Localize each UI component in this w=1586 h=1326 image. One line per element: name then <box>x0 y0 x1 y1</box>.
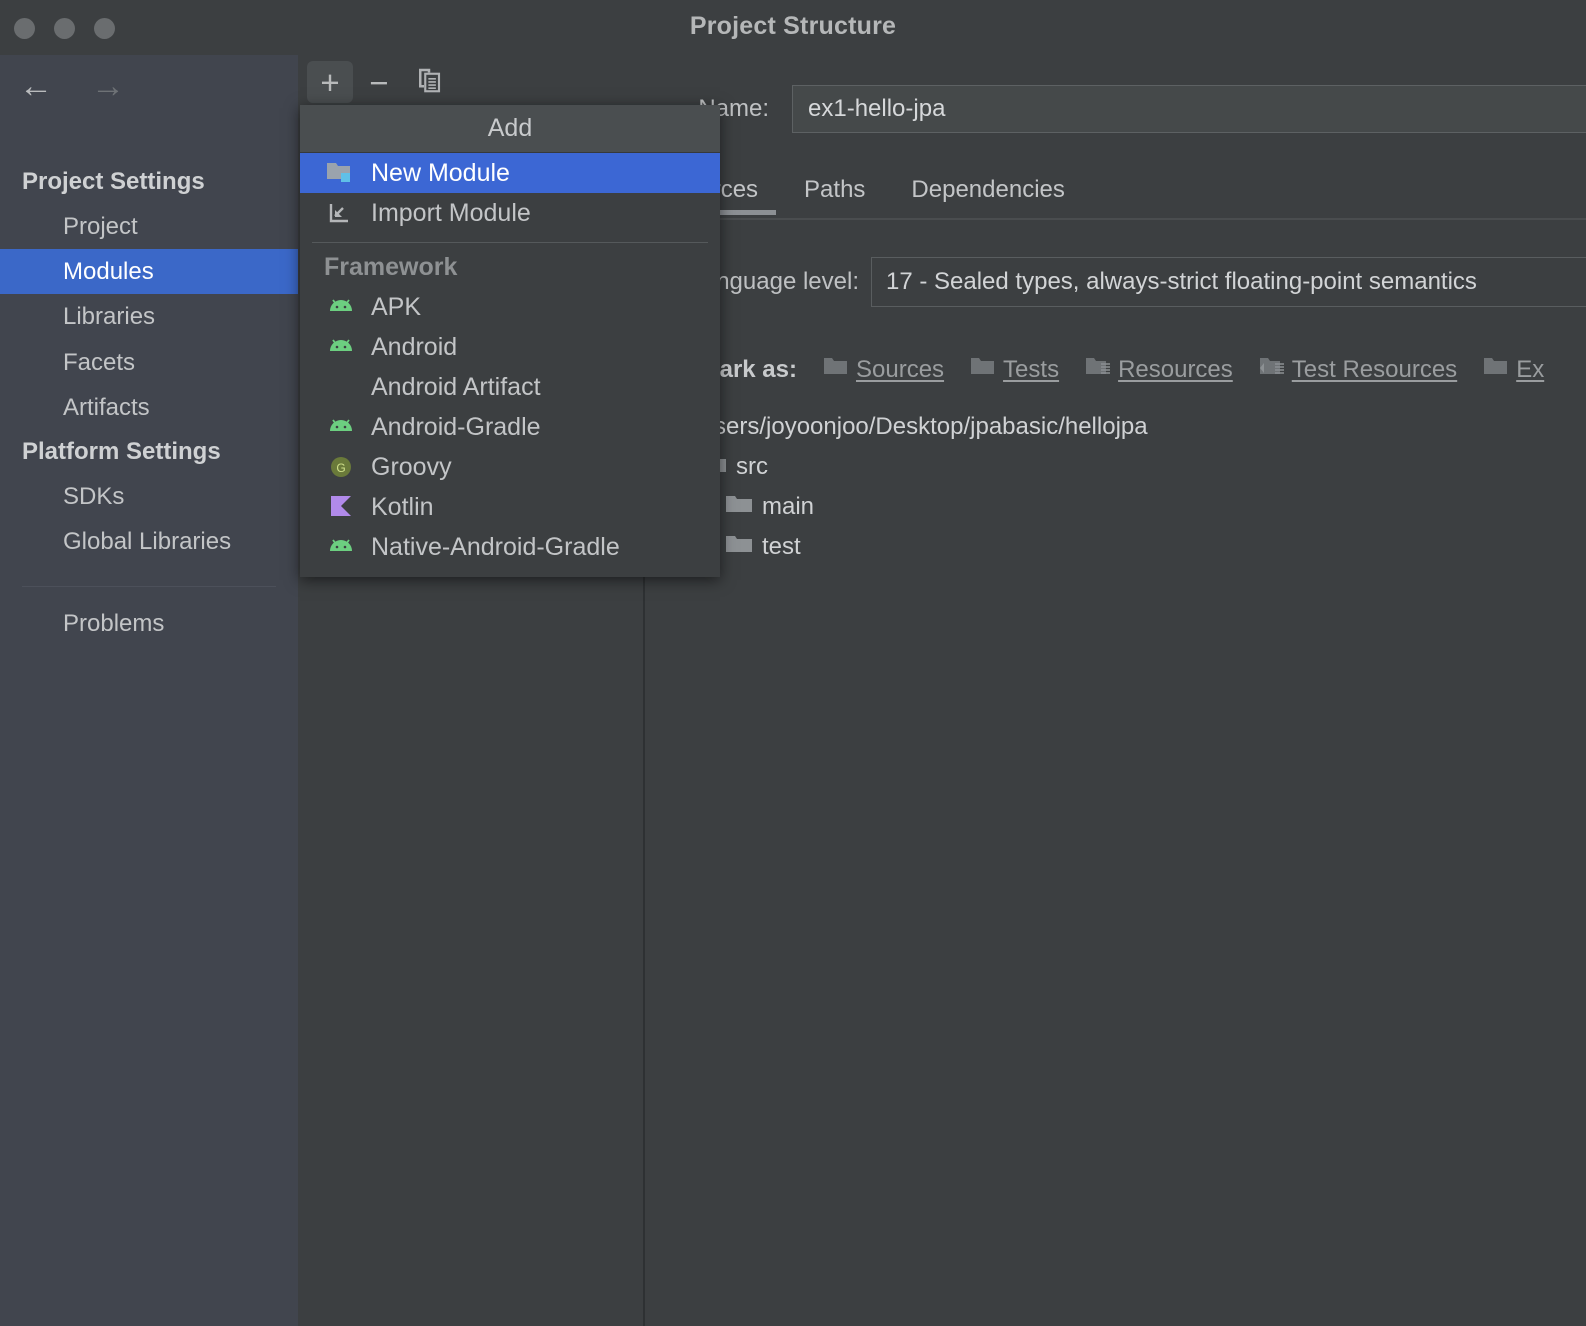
mark-as-tests-label: Tests <box>1003 355 1060 383</box>
module-detail-pane: Name: ex1-hello-jpa Sources Paths Depend… <box>647 55 1586 1326</box>
minus-icon: − <box>369 63 389 101</box>
sidebar-item-artifacts[interactable]: Artifacts <box>0 385 298 430</box>
plus-icon: + <box>320 63 340 101</box>
detail-tabs: Sources Paths Dependencies <box>647 165 1586 221</box>
sidebar-group-project-settings: Project Settings <box>22 168 205 195</box>
svg-text:G: G <box>336 461 345 475</box>
content-roots-tree: /Users/joyoonjoo/Desktop/jpabasic/helloj… <box>647 407 1586 567</box>
mark-as-test-resources-label: Test Resources <box>1291 355 1458 383</box>
sidebar-item-libraries[interactable]: Libraries <box>0 294 298 339</box>
mark-as-resources-label: Resources <box>1118 355 1233 383</box>
android-icon <box>324 293 358 321</box>
menu-item-android-gradle-label: Android-Gradle <box>371 412 541 441</box>
groovy-icon: G <box>324 453 358 481</box>
navigation-arrows: ← → <box>0 69 298 103</box>
tree-row[interactable]: /Users/joyoonjoo/Desktop/jpabasic/helloj… <box>647 407 1586 447</box>
sidebar-item-facets[interactable]: Facets <box>0 340 298 385</box>
menu-item-android-gradle[interactable]: Android-Gradle <box>300 407 720 447</box>
kotlin-icon <box>324 493 358 521</box>
tree-row[interactable]: › main <box>647 487 1586 527</box>
add-popup-menu: Add New Module Import Module Framework A… <box>300 105 720 577</box>
menu-item-groovy[interactable]: G Groovy <box>300 447 720 487</box>
sidebar-group-platform-settings: Platform Settings <box>22 437 221 465</box>
sidebar-item-global-libraries[interactable]: Global Libraries <box>0 519 298 564</box>
mark-as-tests-button[interactable]: Tests <box>970 355 1059 384</box>
new-module-icon <box>324 159 358 187</box>
menu-section-framework: Framework <box>324 252 458 281</box>
forward-arrow-icon[interactable]: → <box>72 69 144 103</box>
menu-item-new-module[interactable]: New Module <box>300 153 720 193</box>
tab-paths[interactable]: Paths <box>781 165 888 215</box>
title-bar: Project Structure <box>0 0 1586 55</box>
mark-as-excluded-button[interactable]: Ex <box>1483 355 1544 384</box>
folder-sources-icon <box>823 355 849 384</box>
tree-row-label: src <box>736 453 768 480</box>
mark-as-sources-button[interactable]: Sources <box>823 355 944 384</box>
sidebar-list: Project Settings Project Modules Librari… <box>0 160 298 647</box>
language-level-row: Language level: 17 - Sealed types, alway… <box>647 257 1586 307</box>
menu-item-apk[interactable]: APK <box>300 287 720 327</box>
mark-as-sources-label: Sources <box>856 355 945 383</box>
menu-item-kotlin[interactable]: Kotlin <box>300 487 720 527</box>
menu-item-native-android-gradle[interactable]: Native-Android-Gradle <box>300 527 720 567</box>
folder-test-resources-icon <box>1259 355 1285 384</box>
sidebar-item-project[interactable]: Project <box>0 204 298 249</box>
sidebar-item-modules[interactable]: Modules <box>0 249 298 295</box>
copy-icon <box>414 65 444 100</box>
tab-dependencies[interactable]: Dependencies <box>888 165 1087 215</box>
mark-as-resources-button[interactable]: Resources <box>1085 355 1233 384</box>
copy-module-button[interactable] <box>406 61 452 103</box>
android-icon <box>324 413 358 441</box>
import-module-icon <box>324 199 358 227</box>
menu-item-import-module[interactable]: Import Module <box>300 193 720 233</box>
add-module-button[interactable]: + <box>307 61 353 103</box>
window-title: Project Structure <box>689 12 897 40</box>
tree-row-label: main <box>762 493 815 520</box>
tree-row-label: /Users/joyoonjoo/Desktop/jpabasic/helloj… <box>690 413 1148 440</box>
menu-item-android[interactable]: Android <box>300 327 720 367</box>
menu-item-native-android-gradle-label: Native-Android-Gradle <box>371 532 620 561</box>
menu-item-kotlin-label: Kotlin <box>371 492 434 521</box>
settings-sidebar: ← → Project Settings Project Modules Lib… <box>0 55 298 1326</box>
menu-item-new-module-label: New Module <box>371 158 510 187</box>
back-arrow-icon[interactable]: ← <box>0 69 72 103</box>
module-name-row: Name: ex1-hello-jpa <box>647 85 1586 133</box>
menu-item-android-artifact[interactable]: Android Artifact <box>300 367 720 407</box>
android-icon <box>324 333 358 361</box>
mark-as-excluded-label: Ex <box>1516 355 1545 383</box>
folder-icon <box>725 493 753 522</box>
android-icon <box>324 533 358 561</box>
language-level-select[interactable]: 17 - Sealed types, always-strict floatin… <box>871 257 1586 307</box>
folder-icon <box>725 533 753 562</box>
no-icon <box>324 373 358 401</box>
menu-item-android-label: Android <box>371 332 458 361</box>
tabs-baseline <box>647 218 1586 220</box>
module-name-input[interactable]: ex1-hello-jpa <box>792 85 1586 133</box>
folder-excluded-icon <box>1483 355 1509 384</box>
add-popup-body: New Module Import Module Framework APK A… <box>300 153 720 577</box>
menu-item-import-module-label: Import Module <box>371 198 531 227</box>
menu-item-android-artifact-label: Android Artifact <box>371 372 541 401</box>
folder-tests-icon <box>970 355 996 384</box>
sidebar-item-sdks[interactable]: SDKs <box>0 474 298 519</box>
remove-module-button[interactable]: − <box>356 61 402 103</box>
tree-row[interactable]: › test <box>647 527 1586 567</box>
mark-as-test-resources-button[interactable]: Test Resources <box>1259 355 1457 384</box>
menu-divider <box>312 242 708 243</box>
menu-item-apk-label: APK <box>371 292 422 321</box>
tree-row[interactable]: src <box>647 447 1586 487</box>
project-structure-window: Project Structure ← → Project Settings P… <box>0 0 1586 1326</box>
tree-row-label: test <box>762 533 801 560</box>
sidebar-item-problems[interactable]: Problems <box>0 587 298 646</box>
mark-as-row: Mark as: Sources Tests Resources Test Re… <box>647 355 1586 384</box>
folder-resources-icon <box>1085 355 1111 384</box>
add-popup-title: Add <box>300 105 720 153</box>
menu-item-groovy-label: Groovy <box>371 452 452 481</box>
modules-toolbar: + − <box>298 55 645 107</box>
